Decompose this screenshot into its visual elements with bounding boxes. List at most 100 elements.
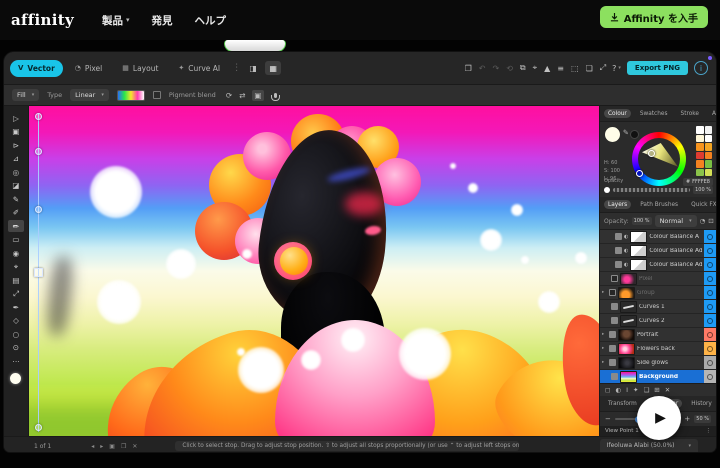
layer-colour-tag[interactable] xyxy=(704,286,716,299)
visibility-checkbox[interactable] xyxy=(609,345,616,352)
colour-swatch-3[interactable] xyxy=(705,135,713,143)
layer-colour-tag[interactable] xyxy=(704,230,716,243)
layer-row-portrait[interactable]: ▸Portrait xyxy=(600,328,716,341)
visibility-checkbox[interactable] xyxy=(615,247,622,254)
prev-stop-icon[interactable]: ◂ xyxy=(91,443,94,450)
gradient-stop-handle[interactable] xyxy=(35,148,42,155)
layer-colour-tag[interactable] xyxy=(704,272,716,285)
point-transform-tool[interactable]: ⊿ xyxy=(8,153,24,165)
document-tab[interactable]: Ifeoluwa Alabi (50.0%) ▾ xyxy=(600,439,698,452)
grid-view-icon[interactable]: ▦ xyxy=(265,61,281,75)
stop-swatch-icon[interactable]: ▣ xyxy=(109,443,115,450)
gradient-stop-handle[interactable] xyxy=(35,424,42,431)
colour-swatch-4[interactable] xyxy=(696,143,704,151)
gradient-type-dropdown[interactable]: Linear ▾ xyxy=(70,89,109,101)
tab-transform[interactable]: Transform xyxy=(604,399,641,408)
colour-swatch-1[interactable] xyxy=(705,126,713,134)
visibility-checkbox[interactable] xyxy=(611,303,618,310)
colour-swatch-0[interactable] xyxy=(696,126,704,134)
more-icon[interactable]: ⋮ xyxy=(706,428,712,434)
layers-opacity-value[interactable]: 100 % xyxy=(632,217,652,225)
colour-swatch-8[interactable] xyxy=(696,160,704,168)
expand-arrow-icon[interactable]: ▸ xyxy=(602,290,607,295)
hex-field[interactable]: # FFFFE8 xyxy=(683,178,713,186)
opacity-track[interactable] xyxy=(613,188,690,192)
visibility-checkbox[interactable] xyxy=(615,261,622,268)
undo-icon[interactable]: ↶ xyxy=(479,64,486,73)
persona-tab-vector[interactable]: VVector xyxy=(10,60,63,77)
layer-settings-icon[interactable]: ◔ xyxy=(700,217,706,225)
visibility-checkbox[interactable] xyxy=(609,289,616,296)
nav-item-1[interactable]: 発見 xyxy=(152,13,173,28)
video-play-button[interactable]: ▶ xyxy=(637,396,681,440)
add-layer-icon[interactable]: ⊞ xyxy=(654,386,659,394)
help-dropdown[interactable]: ? ▾ xyxy=(612,64,621,73)
layer-colour-tag[interactable] xyxy=(704,244,716,257)
layer-row-flowers-back[interactable]: ▸Flowers back xyxy=(600,342,716,355)
layer-row-colour-balance-adjustm[interactable]: ◐Colour Balance Adjustm xyxy=(600,258,716,271)
tab-history[interactable]: History xyxy=(687,399,716,408)
transparency-tool[interactable]: ◇ xyxy=(8,315,24,327)
expand-arrow-icon[interactable]: ▸ xyxy=(602,332,607,337)
lock-icon[interactable]: ⊡ xyxy=(708,217,713,225)
copy-stop-icon[interactable]: ❐ xyxy=(121,443,126,450)
layer-row-colour-balance-a[interactable]: ◐Colour Balance A xyxy=(600,230,716,243)
layer-colour-tag[interactable] xyxy=(704,370,716,383)
layer-row-curves-1[interactable]: Curves 1 xyxy=(600,300,716,313)
next-stop-icon[interactable]: ▸ xyxy=(100,443,103,450)
gradient-stop-handle[interactable] xyxy=(35,113,42,120)
rotate-gradient-icon[interactable]: ⟳ xyxy=(226,91,232,100)
visibility-checkbox[interactable] xyxy=(609,331,616,338)
tab-swatches[interactable]: Swatches xyxy=(636,109,672,118)
secondary-colour-swatch[interactable] xyxy=(630,130,639,139)
tab-stroke[interactable]: Stroke xyxy=(677,109,703,118)
tab-layers[interactable]: Layers xyxy=(604,200,631,209)
tab-colour[interactable]: Colour xyxy=(604,109,631,118)
layer-row-colour-balance-adjustm[interactable]: ◐Colour Balance Adjustm xyxy=(600,244,716,257)
zoom-out-button[interactable]: − xyxy=(605,415,611,423)
transform-tool[interactable]: ⤢ xyxy=(8,288,24,300)
warning-icon[interactable]: ▲ xyxy=(544,64,550,73)
nav-item-0[interactable]: 製品▾ xyxy=(102,13,130,28)
crop-tool[interactable]: ⌖ xyxy=(8,261,24,273)
mask-layer-icon[interactable]: ◻ xyxy=(605,386,610,394)
delete-stop-icon[interactable]: ✕ xyxy=(132,443,137,450)
current-colour-swatch[interactable] xyxy=(605,127,620,142)
ellipse-shape-tool[interactable]: ◉ xyxy=(8,247,24,259)
vector-brush-tool[interactable]: ✏ xyxy=(8,220,24,232)
context-dropdown[interactable]: Fill ▾ xyxy=(12,89,39,101)
frame-tool[interactable]: ▤ xyxy=(8,274,24,286)
layer-colour-tag[interactable] xyxy=(704,314,716,327)
persona-tab-layout[interactable]: ▦Layout xyxy=(114,60,166,77)
node-tool[interactable]: ⊳ xyxy=(8,139,24,151)
layer-row-side-glows[interactable]: ▸Side glows xyxy=(600,356,716,369)
tab-appearance[interactable]: Appearance xyxy=(708,109,716,118)
gradient-stop-handle-selected[interactable] xyxy=(34,268,43,277)
export-png-button[interactable]: Export PNG xyxy=(627,61,688,75)
copy-icon[interactable]: ❐ xyxy=(465,64,472,73)
fill-gradient-tool[interactable]: ✒ xyxy=(8,301,24,313)
colour-swatch-7[interactable] xyxy=(705,152,713,160)
colour-swatch-11[interactable] xyxy=(705,169,713,177)
colour-swatch-10[interactable] xyxy=(696,169,704,177)
layer-colour-tag[interactable] xyxy=(704,342,716,355)
visibility-checkbox[interactable] xyxy=(611,317,618,324)
snapping-icon[interactable]: ⌖ xyxy=(533,63,538,73)
redo-icon[interactable]: ↷ xyxy=(493,64,500,73)
hue-knob[interactable] xyxy=(636,170,643,177)
opacity-value[interactable]: 100 % xyxy=(693,186,713,194)
canvas-artwork[interactable] xyxy=(29,106,599,436)
layer-colour-tag[interactable] xyxy=(704,328,716,341)
alignment-icon[interactable]: ≡ xyxy=(557,64,564,73)
history-icon[interactable]: ⟲ xyxy=(506,64,513,73)
resize-icon[interactable]: ⤢ xyxy=(600,63,606,73)
colour-swatch-2[interactable] xyxy=(696,135,704,143)
tab-path-brushes[interactable]: Path Brushes xyxy=(636,200,682,209)
zoom-tool[interactable]: ⊙ xyxy=(8,342,24,354)
opacity-knob[interactable] xyxy=(604,187,610,193)
layer-row-group[interactable]: ▸Group xyxy=(600,286,716,299)
move-tool[interactable]: ▷ xyxy=(8,112,24,124)
share-icon[interactable]: ❏ xyxy=(586,64,593,73)
colour-picker-tool[interactable]: ○ xyxy=(8,328,24,340)
layer-colour-tag[interactable] xyxy=(704,258,716,271)
